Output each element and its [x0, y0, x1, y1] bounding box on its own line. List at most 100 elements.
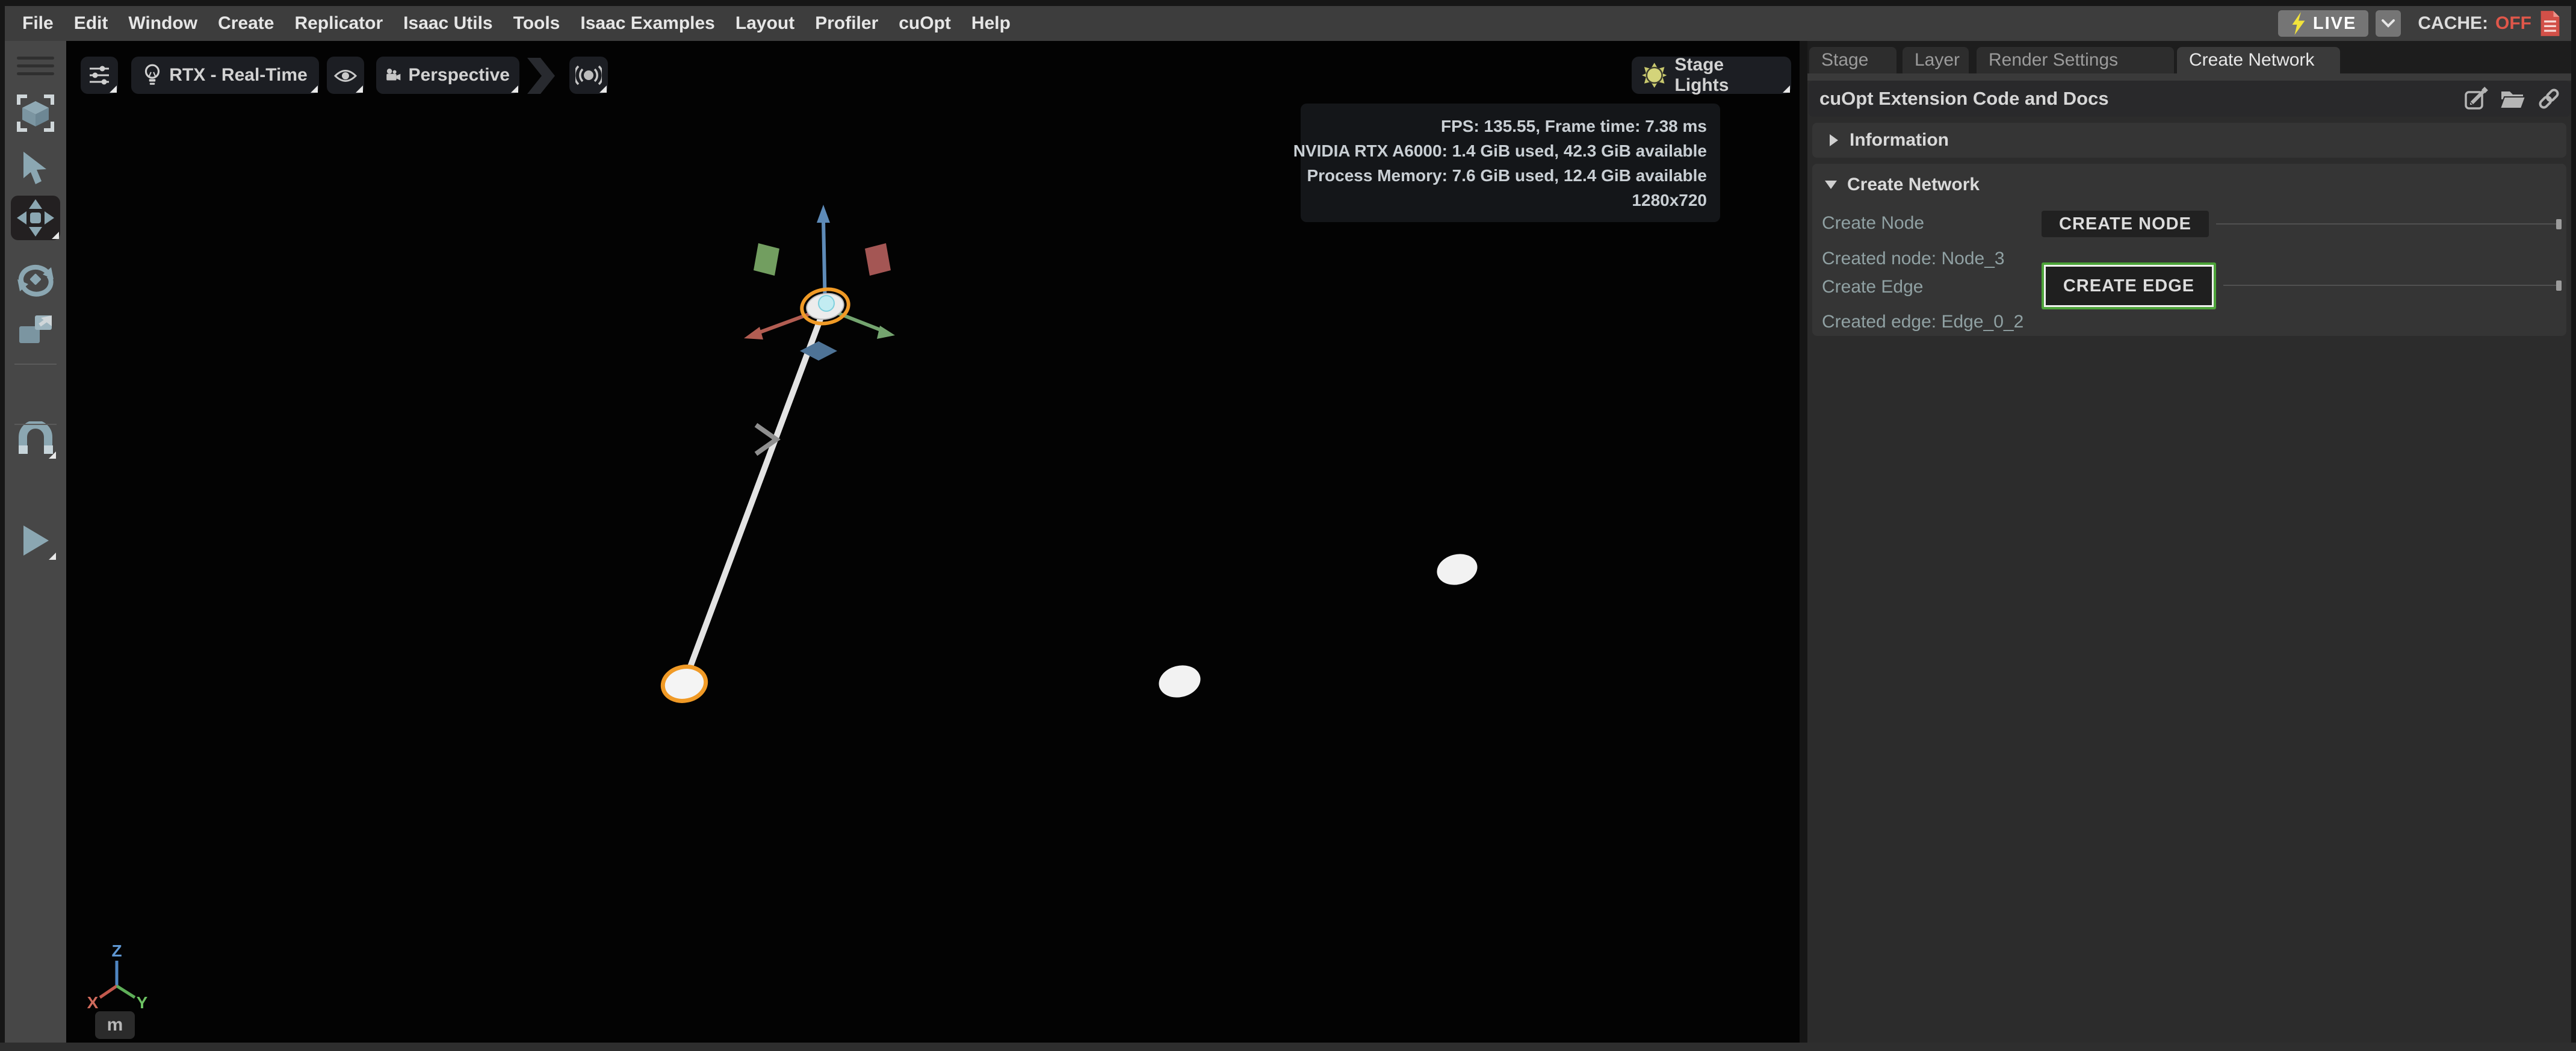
panel-title: cuOpt Extension Code and Docs — [1819, 88, 2109, 110]
cache-label: CACHE: — [2418, 13, 2488, 34]
menubar-right-cluster: LIVE CACHE: OFF — [2278, 6, 2562, 41]
renderer-label: RTX - Real-Time — [169, 65, 308, 85]
camera-selector-button[interactable]: Perspective — [376, 57, 519, 94]
app-window: File Edit Window Create Replicator Isaac… — [0, 0, 2576, 1051]
tab-render-settings[interactable]: Render Settings — [1977, 47, 2174, 73]
stats-resolution: 1280x720 — [1632, 188, 1707, 212]
property-slider-dot[interactable] — [2556, 281, 2562, 291]
tab-layer[interactable]: Layer — [1903, 47, 1969, 73]
tab-strip — [1807, 73, 2571, 81]
scene-node-selected[interactable] — [660, 663, 709, 705]
rotate-tool-button[interactable] — [16, 261, 55, 297]
panel-header-icons — [2463, 81, 2561, 117]
collapse-arrow-down-icon — [1824, 180, 1838, 190]
axis-z-label: Z — [111, 941, 122, 960]
sliders-icon — [87, 64, 111, 87]
menu-item-cuopt[interactable]: cuOpt — [888, 13, 961, 34]
renderer-selector-button[interactable]: RTX - Real-Time — [131, 57, 319, 94]
menu-item-isaac-utils[interactable]: Isaac Utils — [393, 13, 503, 34]
menu-item-tools[interactable]: Tools — [503, 13, 571, 34]
tab-create-network[interactable]: Create Network — [2177, 47, 2340, 73]
collapse-arrow-right-icon — [1829, 134, 1839, 147]
axis-orientation-gizmo[interactable]: Z X Y — [78, 941, 169, 1019]
create-edge-button-highlight[interactable]: CREATE EDGE — [2042, 262, 2216, 309]
live-button[interactable]: LIVE — [2278, 10, 2368, 37]
play-button[interactable] — [14, 520, 57, 561]
gizmo-center-handle[interactable] — [819, 296, 834, 311]
eye-icon — [333, 63, 358, 87]
create-network-section-label: Create Network — [1847, 175, 1980, 195]
menu-item-profiler[interactable]: Profiler — [805, 13, 888, 34]
property-slider-dot[interactable] — [2556, 219, 2562, 229]
snap-tool-button[interactable] — [14, 419, 57, 460]
gizmo-y-arrowhead — [877, 326, 895, 339]
move-tool-button[interactable] — [11, 196, 60, 240]
stage-lights-button[interactable]: Stage Lights — [1632, 57, 1791, 94]
menu-item-layout[interactable]: Layout — [725, 13, 805, 34]
window-bottom-edge — [0, 1043, 2576, 1051]
transform-gizmo[interactable] — [744, 205, 895, 361]
edit-icon[interactable] — [2463, 86, 2489, 111]
information-section-label: Information — [1850, 130, 1949, 150]
select-frame-tool-button[interactable] — [15, 93, 56, 134]
scene-node[interactable] — [1434, 550, 1481, 589]
stats-gpu-memory: NVIDIA RTX A6000: 1.4 GiB used, 42.3 GiB… — [1293, 138, 1707, 163]
toolbar-divider — [14, 364, 57, 365]
signal-waves-icon — [575, 63, 602, 88]
left-toolbar — [5, 41, 66, 1043]
toolbar-divider — [14, 424, 57, 425]
open-folder-icon[interactable] — [2500, 87, 2526, 111]
property-slider-line — [2223, 285, 2556, 286]
menu-bar: File Edit Window Create Replicator Isaac… — [5, 6, 2571, 41]
chevron-down-icon — [2380, 18, 2396, 29]
menu-item-replicator[interactable]: Replicator — [284, 13, 393, 34]
units-button[interactable]: m — [95, 1011, 135, 1039]
cursor-icon — [20, 150, 51, 188]
gizmo-plane-handle-red[interactable] — [865, 243, 891, 276]
gizmo-x-arrowhead — [744, 327, 763, 339]
section-create-network: Create Network Create Node CREATE NODE C… — [1812, 164, 2566, 336]
gizmo-plane-handle-green[interactable] — [754, 243, 779, 276]
create-node-button-label: CREATE NODE — [2059, 214, 2191, 234]
stats-process-memory: Process Memory: 7.6 GiB used, 12.4 GiB a… — [1307, 163, 1707, 188]
create-edge-label: Create Edge — [1822, 277, 1923, 297]
live-dropdown-button[interactable] — [2376, 10, 2401, 37]
create-node-button[interactable]: CREATE NODE — [2042, 211, 2209, 237]
waypoint-broadcast-button[interactable] — [569, 57, 608, 94]
tab-label: Layer — [1915, 50, 1960, 70]
menu-item-edit[interactable]: Edit — [64, 13, 119, 34]
menu-item-file[interactable]: File — [12, 13, 64, 34]
camera-icon — [386, 64, 401, 87]
live-button-label: LIVE — [2313, 14, 2356, 34]
gizmo-z-arrowhead — [817, 205, 830, 223]
select-tool-button[interactable] — [20, 150, 51, 188]
tab-label: Create Network — [2189, 50, 2314, 70]
section-information[interactable]: Information — [1812, 123, 2566, 158]
link-icon[interactable] — [2537, 87, 2561, 111]
toolbar-drag-handle[interactable] — [17, 57, 54, 80]
scene-edge[interactable] — [684, 319, 820, 683]
axis-x-label: X — [87, 993, 99, 1012]
menu-item-help[interactable]: Help — [961, 13, 1021, 34]
property-slider-line — [2216, 223, 2556, 225]
toolbar-expand-chevron[interactable] — [527, 58, 556, 94]
viewport-3d[interactable]: RTX - Real-Time Perspective — [66, 41, 1800, 1043]
create-node-label: Create Node — [1822, 213, 1924, 234]
menu-item-create[interactable]: Create — [208, 13, 284, 34]
scene-node[interactable] — [1156, 661, 1204, 701]
created-edge-status: Created edge: Edge_0_2 — [1822, 312, 2023, 332]
tab-label: Render Settings — [1989, 50, 2118, 70]
menu-item-isaac-examples[interactable]: Isaac Examples — [570, 13, 725, 34]
tab-stage[interactable]: Stage — [1809, 47, 1896, 73]
created-node-status: Created node: Node_3 — [1822, 249, 2005, 269]
cache-status-value: OFF — [2495, 13, 2531, 34]
select-frame-icon — [15, 93, 56, 134]
create-edge-button[interactable]: CREATE EDGE — [2046, 267, 2212, 305]
create-network-section-header[interactable]: Create Network — [1824, 175, 1980, 195]
menu-item-window[interactable]: Window — [118, 13, 208, 34]
viewport-settings-button[interactable] — [81, 57, 118, 94]
visibility-button[interactable] — [327, 57, 364, 94]
scale-tool-button[interactable] — [17, 313, 54, 347]
cache-document-icon[interactable] — [2539, 10, 2562, 37]
move-icon — [16, 198, 55, 238]
